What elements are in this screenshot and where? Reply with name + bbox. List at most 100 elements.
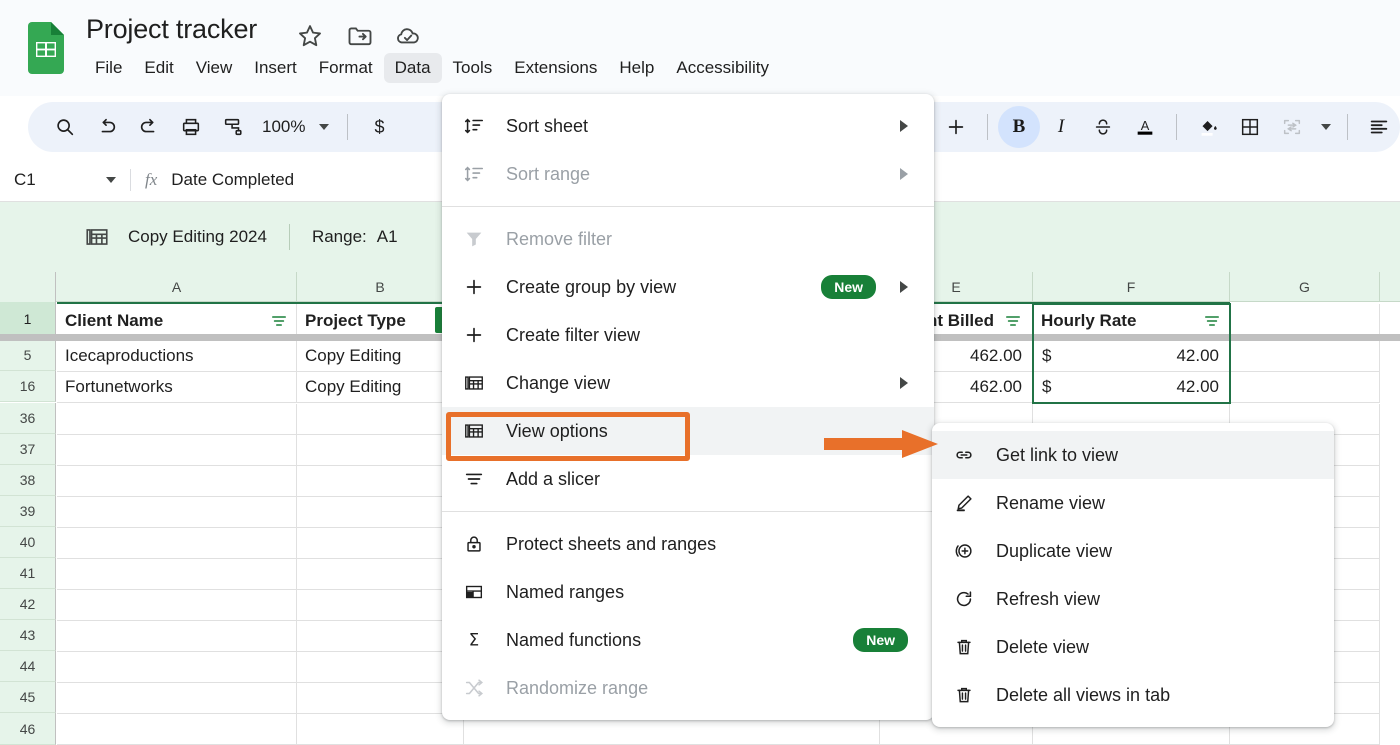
column-header-f[interactable]: F [1033, 272, 1230, 302]
undo-icon[interactable] [86, 106, 128, 148]
google-sheets-icon [24, 22, 68, 74]
star-icon[interactable] [296, 22, 324, 50]
cloud-saved-icon[interactable] [394, 22, 422, 50]
row-header-39[interactable]: 39 [0, 496, 56, 527]
hidden-rows-indicator-left [0, 334, 464, 341]
filter-icon-e[interactable] [1004, 312, 1022, 330]
fill-color-icon[interactable] [1187, 106, 1229, 148]
plus-icon [442, 276, 506, 298]
italic-button[interactable]: I [1040, 106, 1082, 148]
range-value[interactable]: A1 [377, 227, 398, 247]
row-header-37[interactable]: 37 [0, 434, 56, 465]
currency-format-button[interactable]: $ [358, 106, 400, 148]
filter-icon-a[interactable] [270, 312, 288, 330]
menu-item-view-options[interactable]: View options [442, 407, 934, 455]
cell-f16[interactable]: $ 42.00 [1033, 372, 1230, 403]
filter-icon-f[interactable] [1203, 312, 1221, 330]
menu-divider-1 [442, 206, 934, 207]
row-header-45[interactable]: 45 [0, 682, 56, 713]
slicer-icon [442, 468, 506, 490]
submenu-item-refresh-view[interactable]: Refresh view [932, 575, 1334, 623]
menu-item-sort-sheet[interactable]: Sort sheet [442, 102, 934, 150]
submenu-item-rename-view[interactable]: Rename view [932, 479, 1334, 527]
row-header-16[interactable]: 16 [0, 371, 56, 402]
submenu-item-duplicate-view[interactable]: Duplicate view [932, 527, 1334, 575]
formula-input[interactable]: Date Completed [171, 170, 294, 190]
menu-divider-2 [442, 511, 934, 512]
column-header-a[interactable]: A [57, 272, 297, 302]
row-header-41[interactable]: 41 [0, 558, 56, 589]
paint-format-icon[interactable] [212, 106, 254, 148]
submenu-item-get-link-to-view[interactable]: Get link to view [932, 431, 1334, 479]
search-icon[interactable] [44, 106, 86, 148]
cell-g5[interactable] [1230, 341, 1380, 372]
menu-item-named-functions[interactable]: Σ Named functions New [442, 616, 934, 664]
menu-view[interactable]: View [185, 53, 244, 83]
cell-a16[interactable]: Fortunetworks [57, 372, 297, 403]
horizontal-align-icon[interactable] [1358, 106, 1400, 148]
name-box[interactable]: C1 [0, 170, 130, 190]
cell-f1[interactable]: Hourly Rate [1033, 304, 1230, 337]
lock-icon [442, 533, 506, 555]
row-header-43[interactable]: 43 [0, 620, 56, 651]
document-title[interactable]: Project tracker [86, 14, 257, 45]
menu-format[interactable]: Format [308, 53, 384, 83]
filter-view-name[interactable]: Copy Editing 2024 [128, 227, 267, 247]
merge-cells-icon[interactable] [1271, 106, 1313, 148]
menu-item-add-a-slicer[interactable]: Add a slicer [442, 455, 934, 503]
row-header-42[interactable]: 42 [0, 589, 56, 620]
menu-item-randomize-range: Randomize range [442, 664, 934, 712]
cell-b16[interactable]: Copy Editing [297, 372, 464, 403]
redo-icon[interactable] [128, 106, 170, 148]
cell-f16-symbol: $ [1042, 377, 1052, 396]
menu-item-create-group-by-view[interactable]: Create group by view New [442, 263, 934, 311]
cell-e1-text: nt Billed [926, 310, 994, 330]
menu-item-protect-sheets-and-ranges[interactable]: Protect sheets and ranges [442, 520, 934, 568]
row-header-44[interactable]: 44 [0, 651, 56, 682]
menu-item-named-ranges[interactable]: Named ranges [442, 568, 934, 616]
cell-a5[interactable]: Icecaproductions [57, 341, 297, 372]
cell-f5[interactable]: $ 42.00 [1033, 341, 1230, 372]
cell-f5-value: 42.00 [1176, 346, 1219, 365]
menu-item-change-view[interactable]: Change view [442, 359, 934, 407]
submenu-item-delete-view[interactable]: Delete view [932, 623, 1334, 671]
submenu-item-label: Duplicate view [996, 540, 1113, 561]
select-all-corner[interactable] [0, 272, 56, 302]
cell-g1[interactable] [1230, 304, 1380, 337]
text-color-button[interactable]: A [1124, 106, 1166, 148]
menu-item-create-filter-view[interactable]: Create filter view [442, 311, 934, 359]
submenu-item-delete-all-views-in-tab[interactable]: Delete all views in tab [932, 671, 1334, 719]
menu-data[interactable]: Data [383, 53, 442, 83]
menu-extensions[interactable]: Extensions [503, 53, 608, 83]
menu-help[interactable]: Help [608, 53, 665, 83]
row-header-40[interactable]: 40 [0, 527, 56, 558]
cell-a1[interactable]: Client Name [57, 304, 297, 337]
svg-text:A: A [1141, 118, 1150, 133]
cell-b5[interactable]: Copy Editing [297, 341, 464, 372]
strikethrough-icon[interactable] [1082, 106, 1124, 148]
print-icon[interactable] [170, 106, 212, 148]
row-header-46[interactable]: 46 [0, 713, 56, 745]
zoom-selector[interactable]: 100% [256, 117, 335, 137]
chevron-down-icon[interactable] [106, 176, 116, 183]
menu-item-label: Create group by view [506, 276, 677, 297]
borders-icon[interactable] [1229, 106, 1271, 148]
cell-g16[interactable] [1230, 372, 1380, 403]
menu-edit[interactable]: Edit [133, 53, 184, 83]
menu-tools[interactable]: Tools [442, 53, 504, 83]
row-header-36[interactable]: 36 [0, 403, 56, 434]
menu-file[interactable]: File [84, 53, 133, 83]
column-header-b[interactable]: B [297, 272, 464, 302]
move-to-folder-icon[interactable] [346, 22, 374, 50]
menu-accessibility[interactable]: Accessibility [665, 53, 780, 83]
merge-chevron-down-icon[interactable] [1321, 124, 1331, 130]
menu-insert[interactable]: Insert [243, 53, 308, 83]
bold-button[interactable]: B [998, 106, 1040, 148]
menu-item-sort-range: Sort range [442, 150, 934, 198]
row-header-38[interactable]: 38 [0, 465, 56, 496]
column-header-g[interactable]: G [1230, 272, 1380, 302]
insert-button[interactable] [935, 106, 977, 148]
row-header-5[interactable]: 5 [0, 340, 56, 371]
row-header-1[interactable]: 1 [0, 302, 56, 337]
title-bar: Project tracker File Edit View Insert Fo… [0, 0, 1400, 96]
